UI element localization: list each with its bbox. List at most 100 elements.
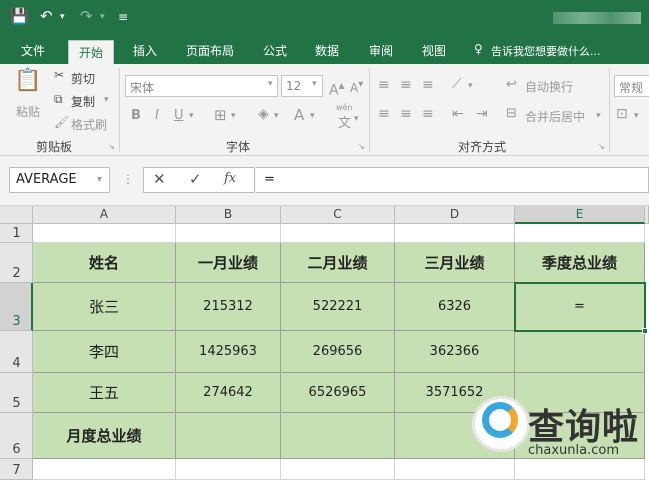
column-header-b[interactable]: B	[176, 206, 281, 224]
align-left-icon[interactable]: ≡	[378, 106, 390, 122]
phonetic-icon[interactable]: 文	[338, 112, 351, 131]
cell[interactable]	[281, 224, 395, 243]
table-cell[interactable]: 6526965	[281, 373, 395, 413]
name-box-dropdown-icon[interactable]: ▾	[97, 174, 102, 185]
align-center-icon[interactable]: ≡	[400, 106, 412, 122]
paste-button[interactable]: 粘贴	[16, 103, 40, 120]
cell[interactable]	[176, 459, 281, 480]
cell[interactable]	[281, 459, 395, 480]
border-icon[interactable]: ⊞	[214, 106, 227, 124]
border-dropdown-icon[interactable]: ▾	[231, 111, 236, 121]
merge-center-button[interactable]: 合并后居中	[525, 108, 585, 125]
select-all-corner[interactable]	[0, 206, 33, 224]
format-painter-button[interactable]: 格式刷	[71, 116, 107, 133]
font-color-icon[interactable]: A	[294, 106, 304, 124]
table-cell[interactable]: 6326	[395, 283, 515, 331]
cell[interactable]	[33, 224, 176, 243]
header-cell-mar[interactable]: 三月业绩	[395, 243, 515, 283]
decrease-indent-icon[interactable]: ⇤	[452, 106, 464, 122]
undo-icon[interactable]: ↶	[40, 7, 53, 25]
column-header-a[interactable]: A	[33, 206, 176, 224]
table-cell[interactable]: 李四	[33, 331, 176, 373]
grow-font-icon[interactable]: A▴	[329, 78, 344, 99]
row-header-1[interactable]: 1	[0, 224, 33, 243]
formula-input[interactable]: =	[256, 167, 649, 193]
font-name-field[interactable]: 宋体	[125, 75, 278, 97]
row-header-7[interactable]: 7	[0, 459, 33, 480]
font-color-dropdown-icon[interactable]: ▾	[310, 111, 315, 121]
orientation-icon[interactable]: ⟋	[452, 76, 462, 92]
header-cell-feb[interactable]: 二月业绩	[281, 243, 395, 283]
column-header-c[interactable]: C	[281, 206, 395, 224]
copy-button[interactable]: 复制	[71, 93, 95, 110]
merge-dropdown-icon[interactable]: ▾	[596, 111, 601, 121]
number-format-field[interactable]: 常规	[614, 75, 649, 97]
cut-button[interactable]: 剪切	[71, 70, 95, 87]
shrink-font-icon[interactable]: A▾	[350, 79, 363, 95]
align-right-icon[interactable]: ≡	[422, 106, 434, 122]
tab-review[interactable]: 审阅	[369, 42, 393, 59]
cell[interactable]	[176, 224, 281, 243]
customize-icon[interactable]: ≡	[118, 10, 128, 24]
column-header-e[interactable]: E	[515, 206, 645, 224]
cell[interactable]	[515, 224, 645, 243]
header-cell-name[interactable]: 姓名	[33, 243, 176, 283]
orientation-dropdown-icon[interactable]: ▾	[468, 81, 473, 91]
header-cell-quarter[interactable]: 季度总业绩	[515, 243, 645, 283]
align-middle-icon[interactable]: ≡	[400, 77, 412, 93]
bold-button[interactable]: B	[131, 108, 141, 123]
italic-button[interactable]: I	[155, 108, 159, 123]
save-icon[interactable]: 💾	[10, 7, 29, 25]
font-size-dropdown-icon[interactable]: ▾	[312, 79, 317, 89]
row-header-2[interactable]: 2	[0, 243, 33, 283]
table-cell[interactable]	[176, 413, 281, 459]
row-header-5[interactable]: 5	[0, 373, 33, 413]
name-box[interactable]: AVERAGE	[9, 167, 110, 193]
undo-dropdown-icon[interactable]: ▾	[60, 12, 65, 22]
table-cell[interactable]	[515, 331, 645, 373]
font-launcher-icon[interactable]: ↘	[358, 142, 365, 151]
fill-color-icon[interactable]: ◈	[258, 106, 269, 122]
table-cell[interactable]: 522221	[281, 283, 395, 331]
clipboard-launcher-icon[interactable]: ↘	[108, 142, 115, 151]
wrap-text-button[interactable]: 自动换行	[525, 78, 573, 95]
paste-icon[interactable]: 📋	[14, 68, 41, 93]
fill-handle[interactable]	[642, 328, 648, 334]
tab-formulas[interactable]: 公式	[263, 42, 287, 59]
table-cell[interactable]	[281, 413, 395, 459]
fx-icon[interactable]: fx	[224, 171, 236, 186]
table-cell[interactable]: 362366	[395, 331, 515, 373]
tab-file[interactable]: 文件	[21, 42, 45, 59]
header-cell-jan[interactable]: 一月业绩	[176, 243, 281, 283]
table-cell[interactable]: 269656	[281, 331, 395, 373]
table-cell[interactable]: 王五	[33, 373, 176, 413]
phonetic-dropdown-icon[interactable]: ▾	[354, 114, 359, 124]
enter-icon[interactable]: ✓	[189, 170, 202, 188]
underline-button[interactable]: U	[174, 108, 184, 123]
row-header-6[interactable]: 6	[0, 413, 33, 459]
footer-cell-monthly-total[interactable]: 月度总业绩	[33, 413, 176, 459]
column-header-f[interactable]	[645, 206, 649, 224]
tab-data[interactable]: 数据	[315, 42, 339, 59]
tab-insert[interactable]: 插入	[133, 42, 157, 59]
cell[interactable]	[33, 459, 176, 480]
align-top-icon[interactable]: ≡	[378, 77, 390, 93]
cell[interactable]	[395, 224, 515, 243]
alignment-launcher-icon[interactable]: ↘	[598, 142, 605, 151]
underline-dropdown-icon[interactable]: ▾	[189, 111, 194, 121]
column-header-d[interactable]: D	[395, 206, 515, 224]
fill-dropdown-icon[interactable]: ▾	[274, 111, 279, 121]
table-cell[interactable]: 1425963	[176, 331, 281, 373]
row-header-4[interactable]: 4	[0, 331, 33, 373]
copy-dropdown-icon[interactable]: ▾	[104, 95, 109, 105]
tab-home[interactable]: 开始	[68, 40, 115, 64]
tab-view[interactable]: 视图	[422, 42, 446, 59]
tab-page-layout[interactable]: 页面布局	[186, 42, 234, 59]
accounting-dropdown-icon[interactable]: ▾	[634, 111, 639, 121]
table-cell[interactable]: 274642	[176, 373, 281, 413]
increase-indent-icon[interactable]: ⇥	[476, 106, 488, 122]
align-bottom-icon[interactable]: ≡	[422, 77, 434, 93]
table-cell[interactable]: 张三	[33, 283, 176, 331]
row-header-3[interactable]: 3	[0, 283, 33, 331]
table-cell[interactable]: 215312	[176, 283, 281, 331]
